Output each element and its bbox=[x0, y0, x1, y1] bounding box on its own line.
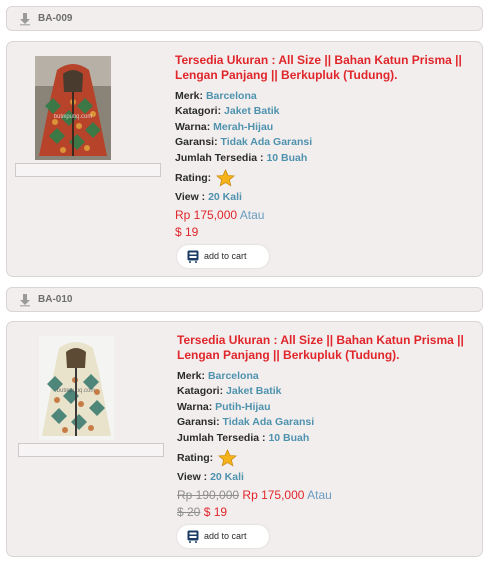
warna-value[interactable]: Merah-Hijau bbox=[213, 121, 273, 133]
garansi-row: Garansi: Tidak Ada Garansi bbox=[177, 416, 314, 428]
warna-value[interactable]: Putih-Hijau bbox=[215, 401, 270, 413]
view-value: 20 Kali bbox=[210, 471, 244, 483]
kategori-value[interactable]: Jaket Batik bbox=[224, 105, 279, 117]
garansi-value: Tidak Ada Garansi bbox=[222, 416, 315, 428]
merk-value[interactable]: Barcelona bbox=[208, 370, 259, 382]
old-price-value: Rp 190,000 bbox=[177, 488, 240, 502]
product-card-2: butikputiq.com Tersedia Ukuran : All Siz… bbox=[6, 321, 483, 557]
atau-label: Atau bbox=[307, 488, 332, 502]
merk-label: Merk: bbox=[175, 90, 204, 102]
price-value: Rp 175,000 bbox=[175, 208, 238, 222]
warna-label: Warna: bbox=[175, 121, 211, 133]
product-code: BA-009 bbox=[38, 13, 73, 24]
jumlah-value: 10 Buah bbox=[268, 432, 310, 444]
merk-row: Merk: Barcelona bbox=[175, 90, 257, 102]
add-to-cart-button[interactable]: add to cart bbox=[177, 525, 269, 548]
jumlah-row: Jumlah Tersedia : 10 Buah bbox=[177, 432, 309, 444]
kategori-row: Katagori: Jaket Batik bbox=[177, 385, 281, 397]
view-label: View : bbox=[177, 471, 208, 483]
product-title[interactable]: Tersedia Ukuran : All Size || Bahan Katu… bbox=[177, 333, 477, 363]
kategori-label: Katagori: bbox=[177, 385, 224, 397]
old-usd-value: $ 20 bbox=[177, 505, 201, 519]
svg-text:butikputiq.com: butikputiq.com bbox=[57, 388, 96, 394]
svg-text:butikputiq.com: butikputiq.com bbox=[54, 114, 93, 120]
merk-label: Merk: bbox=[177, 370, 206, 382]
jumlah-row: Jumlah Tersedia : 10 Buah bbox=[175, 152, 307, 164]
cart-icon bbox=[187, 530, 199, 543]
garansi-label: Garansi: bbox=[175, 136, 218, 148]
atau-label: Atau bbox=[239, 208, 265, 222]
image-caption bbox=[18, 443, 164, 457]
product-header-2: BA-010 bbox=[6, 287, 483, 312]
rating-label: Rating: bbox=[177, 451, 214, 464]
merk-value[interactable]: Barcelona bbox=[206, 90, 257, 102]
usd-value: $ 19 bbox=[175, 225, 199, 239]
jumlah-label: Jumlah Tersedia : bbox=[175, 152, 264, 164]
add-to-cart-label: add to cart bbox=[204, 531, 247, 541]
rating-row: Rating: bbox=[177, 449, 238, 467]
product-image[interactable]: butikputiq.com bbox=[35, 56, 111, 160]
price-usd: $ 19 bbox=[175, 225, 198, 239]
down-arrow-icon bbox=[20, 13, 30, 26]
cart-icon bbox=[187, 250, 199, 263]
price-idr: Rp 190,000 Rp 175,000 Atau bbox=[177, 488, 332, 502]
view-row: View : 20 Kali bbox=[175, 191, 242, 203]
kategori-value[interactable]: Jaket Batik bbox=[226, 385, 281, 397]
garansi-label: Garansi: bbox=[177, 416, 220, 428]
view-row: View : 20 Kali bbox=[177, 471, 244, 483]
product-code: BA-010 bbox=[38, 294, 73, 305]
price-value: Rp 175,000 bbox=[242, 488, 305, 502]
jumlah-label: Jumlah Tersedia : bbox=[177, 432, 266, 444]
usd-value: $ 19 bbox=[203, 505, 228, 519]
warna-label: Warna: bbox=[177, 401, 213, 413]
price-usd: $ 20 $ 19 bbox=[177, 505, 227, 519]
image-caption bbox=[15, 163, 161, 177]
jumlah-value: 10 Buah bbox=[266, 152, 308, 164]
garansi-value: Tidak Ada Garansi bbox=[220, 136, 313, 148]
warna-row: Warna: Putih-Hijau bbox=[177, 401, 271, 413]
kategori-label: Katagori: bbox=[175, 105, 222, 117]
star-icon bbox=[216, 169, 236, 187]
product-image[interactable]: butikputiq.com bbox=[39, 336, 114, 440]
add-to-cart-label: add to cart bbox=[204, 251, 247, 261]
add-to-cart-button[interactable]: add to cart bbox=[177, 245, 269, 268]
product-header-1: BA-009 bbox=[6, 6, 483, 31]
merk-row: Merk: Barcelona bbox=[177, 370, 259, 382]
product-card-1: butikputiq.com Tersedia Ukuran : All Siz… bbox=[6, 41, 483, 277]
rating-label: Rating: bbox=[175, 171, 212, 184]
view-label: View : bbox=[175, 191, 206, 203]
garansi-row: Garansi: Tidak Ada Garansi bbox=[175, 136, 312, 148]
warna-row: Warna: Merah-Hijau bbox=[175, 121, 273, 133]
view-value: 20 Kali bbox=[208, 191, 242, 203]
product-title[interactable]: Tersedia Ukuran : All Size || Bahan Katu… bbox=[175, 53, 475, 83]
down-arrow-icon bbox=[20, 294, 30, 307]
price-idr: Rp 175,000 Atau bbox=[175, 208, 264, 222]
kategori-row: Katagori: Jaket Batik bbox=[175, 105, 279, 117]
rating-row: Rating: bbox=[175, 169, 236, 187]
star-icon bbox=[218, 449, 238, 467]
